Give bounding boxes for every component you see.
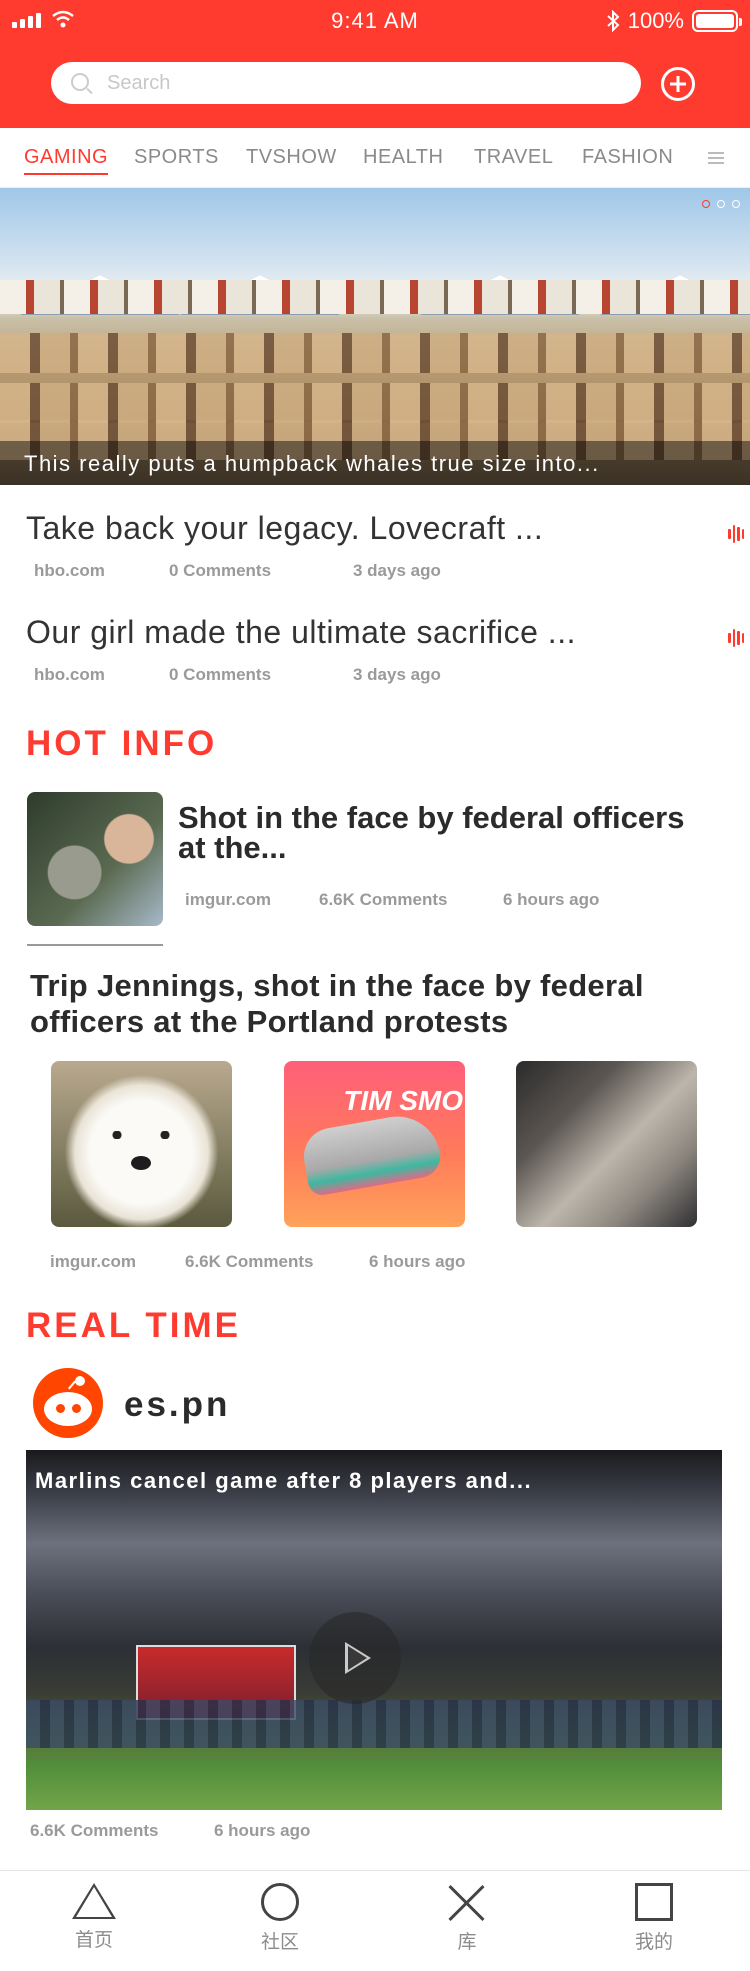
news-source: hbo.com [34, 561, 105, 580]
hot-info-title[interactable]: Shot in the face by federal officers at … [178, 802, 698, 863]
avatar-antenna [75, 1376, 85, 1386]
play-icon [345, 1642, 371, 1674]
tab-health[interactable]: HEALTH [363, 146, 443, 169]
article-image-shoe[interactable]: TIM SMO [284, 1061, 465, 1227]
article-image-dog[interactable] [51, 1061, 232, 1227]
triangle-icon [72, 1883, 116, 1919]
carousel-dot[interactable] [732, 200, 740, 208]
nav-item-community[interactable]: 社区 [220, 1883, 340, 1954]
section-title-hot-info: HOT INFO [26, 724, 218, 763]
menu-icon[interactable] [708, 152, 724, 164]
carousel-dot[interactable] [702, 200, 710, 208]
bluetooth-icon [607, 10, 620, 32]
article-title[interactable]: Trip Jennings, shot in the face by feder… [30, 968, 730, 1040]
add-button[interactable] [661, 67, 695, 101]
audio-bars-icon[interactable] [728, 525, 744, 543]
news-meta: hbo.com 0 Comments 3 days ago [26, 561, 726, 581]
banner-caption: This really puts a humpback whales true … [24, 451, 600, 476]
hot-info-thumbnail[interactable] [27, 792, 163, 926]
hot-info-comments: 6.6K Comments [319, 890, 448, 909]
shoe-ad-text: TIM SMO [343, 1085, 463, 1116]
nav-item-profile[interactable]: 我的 [594, 1883, 714, 1954]
article-source: imgur.com [50, 1252, 136, 1271]
carousel-dots[interactable] [702, 200, 740, 208]
video-comments: 6.6K Comments [30, 1821, 159, 1840]
tab-travel[interactable]: TRAVEL [474, 146, 553, 169]
nav-label: 我的 [634, 1932, 673, 1953]
status-right: 100% [606, 8, 742, 34]
square-icon [635, 1883, 673, 1921]
tab-fashion[interactable]: FASHION [582, 146, 673, 169]
tab-sports[interactable]: SPORTS [134, 146, 219, 169]
nav-item-home[interactable]: 首页 [34, 1883, 154, 1952]
article-comments: 6.6K Comments [185, 1252, 314, 1271]
nav-item-library[interactable]: 库 [407, 1883, 527, 1954]
play-button[interactable] [309, 1612, 401, 1704]
tab-tvshow[interactable]: TVSHOW [246, 146, 337, 169]
news-source: hbo.com [34, 665, 105, 684]
section-title-real-time: REAL TIME [26, 1306, 241, 1345]
search-icon [71, 73, 89, 91]
news-item[interactable]: Our girl made the ultimate sacrifice ...… [26, 614, 744, 685]
video-time: 6 hours ago [214, 1821, 311, 1840]
banner-carousel[interactable]: This really puts a humpback whales true … [0, 188, 750, 485]
news-time: 3 days ago [353, 561, 441, 580]
circle-icon [261, 1883, 299, 1921]
battery-icon [692, 10, 742, 32]
cross-icon [447, 1883, 487, 1921]
search-bar[interactable] [51, 62, 641, 104]
article-time: 6 hours ago [369, 1252, 466, 1271]
news-comments: 0 Comments [169, 665, 272, 684]
nav-label: 首页 [74, 1930, 113, 1951]
divider [27, 944, 163, 946]
stadium-stands [26, 1700, 722, 1748]
video-caption: Marlins cancel game after 8 players and.… [35, 1468, 533, 1493]
article-image-car[interactable] [516, 1061, 697, 1227]
reddit-avatar-icon[interactable] [33, 1368, 103, 1438]
category-tabs: GAMING SPORTS TVSHOW HEALTH TRAVEL FASHI… [0, 128, 750, 188]
news-time: 3 days ago [353, 665, 441, 684]
video-player[interactable]: Marlins cancel game after 8 players and.… [26, 1450, 722, 1810]
carousel-dot[interactable] [717, 200, 725, 208]
search-input[interactable] [107, 62, 627, 104]
news-title[interactable]: Take back your legacy. Lovecraft ... [26, 510, 726, 547]
banner-village [0, 280, 750, 314]
stadium-field [26, 1760, 722, 1810]
audio-bars-icon[interactable] [728, 629, 744, 647]
nav-label: 库 [457, 1932, 477, 1953]
banner-cave-row [0, 383, 750, 423]
avatar-eye [56, 1404, 65, 1413]
channel-name[interactable]: es.pn [124, 1385, 230, 1425]
news-comments: 0 Comments [169, 561, 272, 580]
avatar-face [44, 1392, 92, 1426]
news-item[interactable]: Take back your legacy. Lovecraft ... hbo… [26, 510, 744, 581]
hot-info-source: imgur.com [185, 890, 271, 909]
header-bar: 9:41 AM 100% [0, 0, 750, 128]
avatar-eye [72, 1404, 81, 1413]
battery-percent: 100% [627, 8, 684, 33]
news-meta: hbo.com 0 Comments 3 days ago [26, 665, 726, 685]
hot-info-time: 6 hours ago [503, 890, 600, 909]
news-title[interactable]: Our girl made the ultimate sacrifice ... [26, 614, 726, 651]
nav-label: 社区 [260, 1932, 299, 1953]
banner-cave-row [0, 333, 750, 373]
status-bar: 9:41 AM 100% [0, 0, 750, 40]
tab-gaming[interactable]: GAMING [24, 146, 109, 175]
bottom-nav: 首页 社区 库 我的 [0, 1870, 750, 1971]
